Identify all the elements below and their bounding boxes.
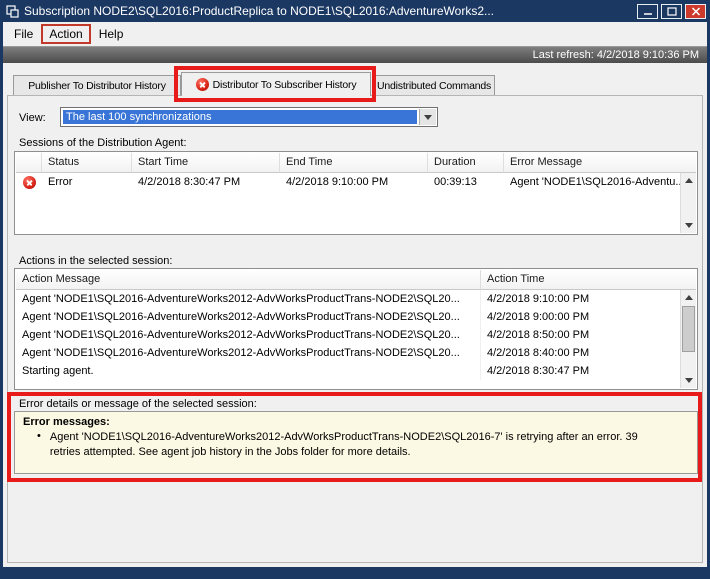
action-message-cell: Agent 'NODE1\SQL2016-AdventureWorks2012-… <box>16 344 481 362</box>
close-button[interactable] <box>685 4 706 19</box>
error-icon <box>23 176 36 189</box>
action-time-cell: 4/2/2018 8:40:00 PM <box>481 347 680 359</box>
error-icon <box>196 78 209 91</box>
close-icon <box>691 7 701 16</box>
column-header-end-time[interactable]: End Time <box>280 153 428 173</box>
scroll-down-button[interactable] <box>681 218 696 233</box>
action-row[interactable]: Agent 'NODE1\SQL2016-AdventureWorks2012-… <box>16 308 680 326</box>
actions-body: Agent 'NODE1\SQL2016-AdventureWorks2012-… <box>16 290 680 388</box>
sessions-scrollbar[interactable] <box>680 173 696 233</box>
menu-file[interactable]: File <box>6 24 41 44</box>
actions-scrollbar[interactable] <box>680 290 696 388</box>
action-message-cell: Starting agent. <box>16 362 481 380</box>
session-duration-cell: 00:39:13 <box>428 176 504 188</box>
arrow-up-icon <box>685 178 693 183</box>
column-header-duration[interactable]: Duration <box>428 153 504 173</box>
last-refresh-text: Last refresh: 4/2/2018 9:10:36 PM <box>533 49 699 61</box>
title-bar[interactable]: Subscription NODE2\SQL2016:ProductReplic… <box>0 0 710 22</box>
action-message-cell: Agent 'NODE1\SQL2016-AdventureWorks2012-… <box>16 326 481 344</box>
scroll-up-button[interactable] <box>681 290 696 305</box>
last-refresh-bar: Last refresh: 4/2/2018 9:10:36 PM <box>3 46 707 63</box>
column-header-action-time[interactable]: Action Time <box>481 270 696 290</box>
action-row[interactable]: Agent 'NODE1\SQL2016-AdventureWorks2012-… <box>16 290 680 308</box>
arrow-down-icon <box>685 223 693 228</box>
actions-label: Actions in the selected session: <box>19 255 172 267</box>
arrow-down-icon <box>685 378 693 383</box>
caption-buttons <box>637 4 706 19</box>
subscription-window: Subscription NODE2\SQL2016:ProductReplic… <box>0 0 710 579</box>
action-row[interactable]: Agent 'NODE1\SQL2016-AdventureWorks2012-… <box>16 326 680 344</box>
session-start-cell: 4/2/2018 8:30:47 PM <box>132 176 280 188</box>
column-header-start-time[interactable]: Start Time <box>132 153 280 173</box>
minimize-icon <box>643 7 653 16</box>
tab-publisher-to-distributor-history[interactable]: Publisher To Distributor History <box>13 75 181 95</box>
action-time-cell: 4/2/2018 8:50:00 PM <box>481 329 680 341</box>
error-details-label: Error details or message of the selected… <box>19 398 257 410</box>
menu-help[interactable]: Help <box>91 24 132 44</box>
view-label: View: <box>19 112 46 124</box>
error-message-item: • Agent 'NODE1\SQL2016-AdventureWorks201… <box>23 430 689 460</box>
scrollbar-thumb[interactable] <box>682 306 695 352</box>
column-header-icon[interactable] <box>16 153 42 173</box>
menu-bar: File Action Help <box>3 22 707 46</box>
column-header-error-message[interactable]: Error Message <box>504 153 696 173</box>
scroll-down-button[interactable] <box>681 373 696 388</box>
action-message-cell: Agent 'NODE1\SQL2016-AdventureWorks2012-… <box>16 290 481 308</box>
menu-action[interactable]: Action <box>41 24 90 44</box>
scroll-up-button[interactable] <box>681 173 696 188</box>
action-message-cell: Agent 'NODE1\SQL2016-AdventureWorks2012-… <box>16 308 481 326</box>
window-title: Subscription NODE2\SQL2016:ProductReplic… <box>24 4 633 18</box>
error-messages-heading: Error messages: <box>23 416 689 428</box>
actions-header-row: Action Message Action Time <box>16 270 696 290</box>
tab-label: Publisher To Distributor History <box>28 80 166 92</box>
actions-table: Action Message Action Time Agent 'NODE1\… <box>14 268 698 390</box>
arrow-up-icon <box>685 295 693 300</box>
dropdown-button[interactable] <box>419 109 436 125</box>
sync-filter-value: The last 100 synchronizations <box>63 110 417 124</box>
sessions-table: Status Start Time End Time Duration Erro… <box>14 151 698 235</box>
action-row[interactable]: Starting agent. 4/2/2018 8:30:47 PM <box>16 362 680 380</box>
tab-distributor-to-subscriber-history[interactable]: Distributor To Subscriber History <box>181 72 371 96</box>
tab-label: Undistributed Commands <box>377 80 491 92</box>
tab-label: Distributor To Subscriber History <box>213 79 357 91</box>
action-time-cell: 4/2/2018 8:30:47 PM <box>481 365 680 377</box>
session-end-cell: 4/2/2018 9:10:00 PM <box>280 176 428 188</box>
sessions-header-row: Status Start Time End Time Duration Erro… <box>16 153 696 173</box>
action-row[interactable]: Agent 'NODE1\SQL2016-AdventureWorks2012-… <box>16 344 680 362</box>
chevron-down-icon <box>424 115 432 120</box>
column-header-action-message[interactable]: Action Message <box>16 270 481 290</box>
session-error-cell: Agent 'NODE1\SQL2016-Adventu... <box>504 176 680 188</box>
error-message-text: Agent 'NODE1\SQL2016-AdventureWorks2012-… <box>50 430 689 460</box>
session-status-cell: Error <box>42 176 132 188</box>
error-details-box: Error messages: • Agent 'NODE1\SQL2016-A… <box>14 411 698 474</box>
client-area: File Action Help Last refresh: 4/2/2018 … <box>3 22 707 567</box>
session-status-icon-cell <box>16 173 42 191</box>
session-row[interactable]: Error 4/2/2018 8:30:47 PM 4/2/2018 9:10:… <box>16 173 680 191</box>
maximize-icon <box>667 7 677 16</box>
sessions-label: Sessions of the Distribution Agent: <box>19 137 187 149</box>
action-time-cell: 4/2/2018 9:10:00 PM <box>481 293 680 305</box>
window-icon <box>6 5 19 18</box>
minimize-button[interactable] <box>637 4 658 19</box>
tab-undistributed-commands[interactable]: Undistributed Commands <box>373 75 495 95</box>
action-time-cell: 4/2/2018 9:00:00 PM <box>481 311 680 323</box>
bullet-marker: • <box>37 430 41 460</box>
column-header-status[interactable]: Status <box>42 153 132 173</box>
maximize-button[interactable] <box>661 4 682 19</box>
sessions-body: Error 4/2/2018 8:30:47 PM 4/2/2018 9:10:… <box>16 173 680 233</box>
sync-filter-dropdown[interactable]: The last 100 synchronizations <box>60 107 438 127</box>
